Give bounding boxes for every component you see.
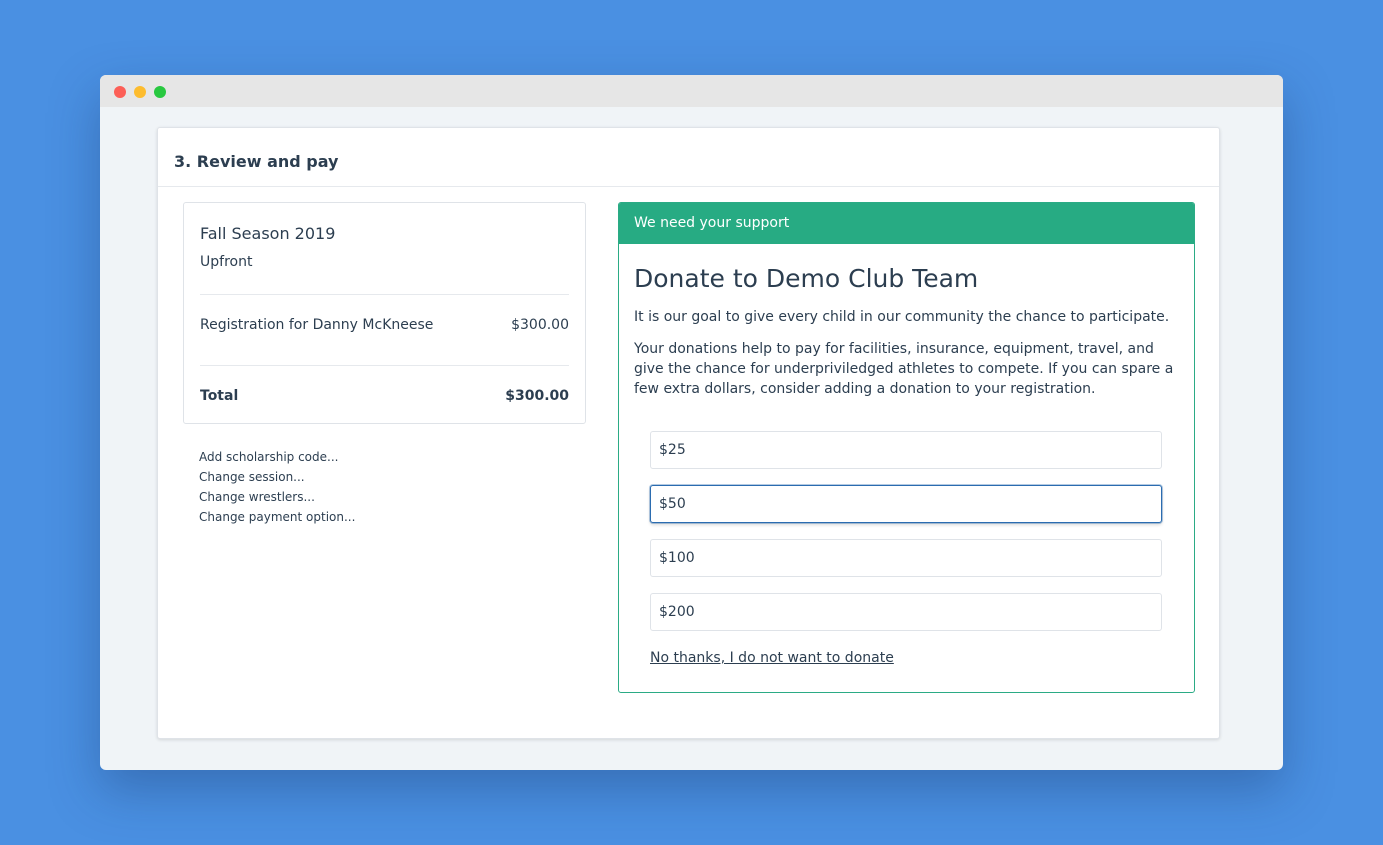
card-header: 3. Review and pay [158,128,1219,187]
action-links: Add scholarship code... Change session..… [199,447,355,527]
add-scholarship-code-link[interactable]: Add scholarship code... [199,447,355,467]
season-name: Fall Season 2019 [200,224,336,243]
total-label: Total [200,388,239,404]
change-payment-option-link[interactable]: Change payment option... [199,507,355,527]
donation-panel: We need your support Donate to Demo Club… [618,202,1195,693]
review-pay-card: 3. Review and pay Fall Season 2019 Upfro… [157,127,1220,739]
donate-50-button[interactable]: $50 [650,485,1162,523]
donation-paragraph-1: It is our goal to give every child in ou… [634,309,1170,325]
donation-header: We need your support [619,203,1194,244]
donate-25-button[interactable]: $25 [650,431,1162,469]
close-window-button[interactable] [114,86,126,98]
decline-donation-link[interactable]: No thanks, I do not want to donate [650,650,894,666]
total-row: Total $300.00 [200,388,569,404]
order-summary: Fall Season 2019 Upfront Registration fo… [183,202,586,424]
total-amount: $300.00 [505,388,569,404]
line-item-row: Registration for Danny McKneese $300.00 [200,317,569,333]
divider [200,365,569,366]
line-item-label: Registration for Danny McKneese [200,317,434,333]
section-title: 3. Review and pay [174,152,339,171]
window-titlebar [100,75,1283,107]
change-session-link[interactable]: Change session... [199,467,355,487]
minimize-window-button[interactable] [134,86,146,98]
maximize-window-button[interactable] [154,86,166,98]
donation-title: Donate to Demo Club Team [634,264,979,293]
donation-paragraph-2: Your donations help to pay for facilitie… [634,341,1174,397]
browser-window: 3. Review and pay Fall Season 2019 Upfro… [100,75,1283,770]
donation-body: Donate to Demo Club Team It is our goal … [619,264,1194,666]
line-item-amount: $300.00 [511,317,569,333]
divider [200,294,569,295]
donate-200-button[interactable]: $200 [650,593,1162,631]
donate-100-button[interactable]: $100 [650,539,1162,577]
change-wrestlers-link[interactable]: Change wrestlers... [199,487,355,507]
donation-amounts: $25 $50 $100 $200 [634,431,1162,631]
payment-option: Upfront [200,254,253,270]
